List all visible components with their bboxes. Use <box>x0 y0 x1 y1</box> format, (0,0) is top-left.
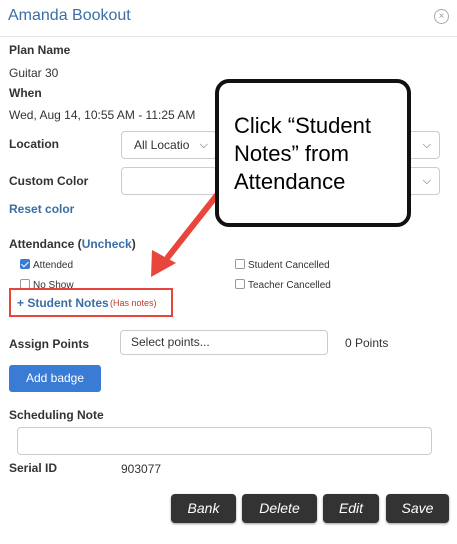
location-select[interactable]: All Locatio ⌵ <box>121 131 217 159</box>
teacher-cancelled-label: Teacher Cancelled <box>248 280 331 291</box>
dialog-title: Amanda Bookout <box>8 7 131 24</box>
location-selected-value: All Locatio <box>134 138 190 152</box>
student-cancelled-label: Student Cancelled <box>248 260 330 271</box>
arrow-head <box>151 250 176 277</box>
reset-color-link[interactable]: Reset color <box>9 202 74 216</box>
points-placeholder: Select points... <box>131 335 210 349</box>
attended-label: Attended <box>33 260 74 271</box>
add-badge-button[interactable]: Add badge <box>9 365 101 392</box>
attendance-label-close: ) <box>131 237 136 251</box>
plan-name-label: Plan Name <box>9 43 71 57</box>
assign-points-label: Assign Points <box>9 337 90 351</box>
plan-name-value: Guitar 30 <box>9 66 59 80</box>
student-notes-link[interactable]: + Student Notes <box>17 296 109 310</box>
bank-button[interactable]: Bank <box>171 494 236 523</box>
edit-button[interactable]: Edit <box>323 494 379 523</box>
when-label: When <box>9 86 42 100</box>
callout-text: Click “Student Notes” from Attendance <box>234 113 371 194</box>
serial-id-value: 903077 <box>121 462 162 476</box>
attended-checkbox[interactable] <box>20 259 30 269</box>
points-select[interactable]: Select points... <box>120 330 328 355</box>
custom-color-select[interactable] <box>121 167 217 195</box>
attendance-label: Attendance (Uncheck) <box>9 237 136 251</box>
attendance-label-text: Attendance ( <box>9 237 82 251</box>
header-divider <box>0 36 457 37</box>
location-label: Location <box>9 137 59 151</box>
scheduling-note-label: Scheduling Note <box>9 408 104 422</box>
when-value: Wed, Aug 14, 10:55 AM - 11:25 AM <box>9 108 196 122</box>
uncheck-link[interactable]: Uncheck <box>82 237 132 251</box>
callout-box: Click “Student Notes” from Attendance <box>215 79 411 227</box>
chevron-down-icon: ⌵ <box>422 139 431 151</box>
serial-id-label: Serial ID <box>9 461 58 475</box>
teacher-cancelled-checkbox[interactable] <box>235 279 245 289</box>
save-button[interactable]: Save <box>386 494 449 523</box>
delete-button[interactable]: Delete <box>242 494 317 523</box>
custom-color-label: Custom Color <box>9 174 89 188</box>
scheduling-note-input[interactable] <box>17 427 432 455</box>
chevron-down-icon: ⌵ <box>199 139 208 151</box>
points-total: 0 Points <box>345 336 389 350</box>
close-icon[interactable]: × <box>434 9 449 24</box>
student-cancelled-checkbox[interactable] <box>235 259 245 269</box>
chevron-down-icon: ⌵ <box>422 175 431 187</box>
has-notes-badge: (Has notes) <box>110 298 157 308</box>
